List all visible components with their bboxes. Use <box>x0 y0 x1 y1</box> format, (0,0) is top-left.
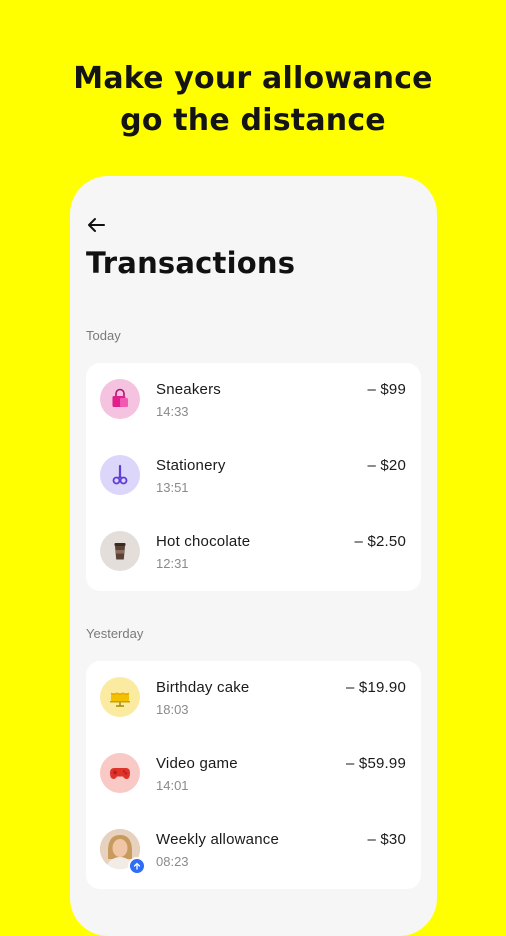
transfer-badge-icon <box>128 857 146 875</box>
transaction-row-sneakers[interactable]: Sneakers 14:33 – $99 <box>86 363 421 439</box>
coffee-cup-icon <box>100 531 140 571</box>
transaction-time: 18:03 <box>156 702 189 717</box>
cake-icon <box>100 677 140 717</box>
page-title: Transactions <box>86 246 296 280</box>
transaction-name: Hot chocolate <box>156 533 251 550</box>
transaction-name: Stationery <box>156 457 226 474</box>
transactions-card-yesterday: Birthday cake 18:03 – $19.90 Video game … <box>86 661 421 889</box>
phone-screen: Transactions Today Sneakers 14:33 – $99 <box>70 176 437 936</box>
headline: Make your allowance go the distance <box>0 58 506 142</box>
transaction-row-hot-chocolate[interactable]: Hot chocolate 12:31 – $2.50 <box>86 515 421 591</box>
parent-photo-icon <box>100 829 146 875</box>
transaction-amount: – $20 <box>367 457 406 474</box>
headline-line-1: Make your allowance <box>73 61 433 96</box>
transaction-name: Birthday cake <box>156 679 250 696</box>
transaction-amount: – $30 <box>367 831 406 848</box>
section-label-yesterday: Yesterday <box>86 626 144 641</box>
transaction-name: Sneakers <box>156 381 221 398</box>
gamepad-icon <box>100 753 140 793</box>
transaction-amount: – $99 <box>367 381 406 398</box>
transaction-time: 14:33 <box>156 404 189 419</box>
transaction-time: 13:51 <box>156 480 189 495</box>
transaction-row-video-game[interactable]: Video game 14:01 – $59.99 <box>86 737 421 813</box>
back-arrow-icon[interactable] <box>85 214 107 236</box>
transaction-name: Weekly allowance <box>156 831 279 848</box>
transaction-time: 12:31 <box>156 556 189 571</box>
transaction-row-stationery[interactable]: Stationery 13:51 – $20 <box>86 439 421 515</box>
transaction-row-weekly-allowance[interactable]: Weekly allowance 08:23 – $30 <box>86 813 421 889</box>
scissors-icon <box>100 455 140 495</box>
transactions-card-today: Sneakers 14:33 – $99 Stationery 13:51 – … <box>86 363 421 591</box>
section-label-today: Today <box>86 328 121 343</box>
transaction-time: 14:01 <box>156 778 189 793</box>
transaction-row-birthday-cake[interactable]: Birthday cake 18:03 – $19.90 <box>86 661 421 737</box>
transaction-time: 08:23 <box>156 854 189 869</box>
transaction-name: Video game <box>156 755 238 772</box>
transaction-amount: – $59.99 <box>346 755 406 772</box>
transaction-amount: – $19.90 <box>346 679 406 696</box>
shopping-bag-icon <box>100 379 140 419</box>
transaction-amount: – $2.50 <box>354 533 406 550</box>
headline-line-2: go the distance <box>120 103 386 138</box>
